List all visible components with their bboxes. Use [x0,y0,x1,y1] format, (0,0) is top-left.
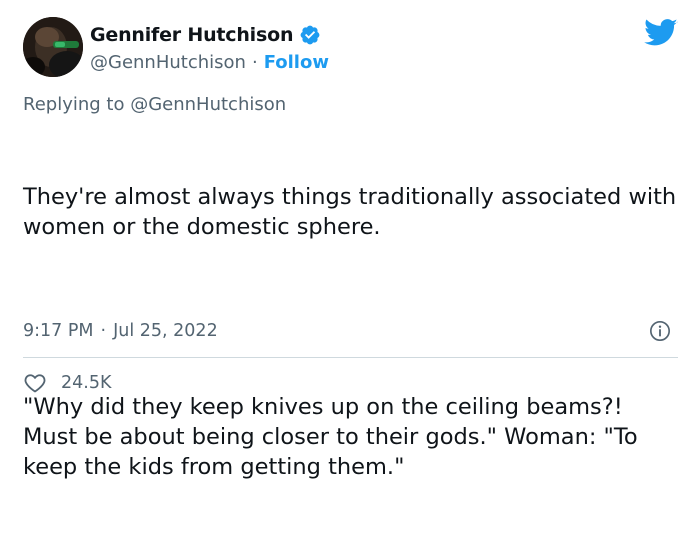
info-icon[interactable] [649,320,671,342]
author-display-name[interactable]: Gennifer Hutchison [90,24,293,46]
author-name-row: Gennifer Hutchison [90,22,321,48]
twitter-bird-icon[interactable] [644,18,678,48]
heart-icon [23,371,47,395]
like-button[interactable]: 24.5K [23,370,111,396]
verified-badge-icon [299,24,321,46]
tweet-timestamp[interactable]: 9:17 PM · Jul 25, 2022 [23,318,218,344]
tweet-card: Gennifer Hutchison @GennHutchison · Foll… [0,0,700,480]
tweet-time: 9:17 PM [23,321,94,341]
avatar[interactable] [23,17,83,77]
replying-to-prefix: Replying to [23,94,125,115]
divider [23,357,678,358]
tweet-paragraph: "Why did they keep knives up on the ceil… [23,394,645,480]
follow-button[interactable]: Follow [264,52,329,73]
tweet-paragraph: They're almost always things traditional… [23,184,684,240]
author-handle[interactable]: @GennHutchison [90,52,246,73]
handle-separator: · [251,51,258,73]
replying-to-mention[interactable]: @GennHutchison [130,94,286,115]
author-handle-row: @GennHutchison · Follow [90,49,329,75]
timestamp-separator: · [100,321,107,341]
replying-to: Replying to @GennHutchison [23,94,286,115]
avatar-image [23,17,83,77]
like-count: 24.5K [61,373,112,393]
tweet-date: Jul 25, 2022 [113,321,218,341]
